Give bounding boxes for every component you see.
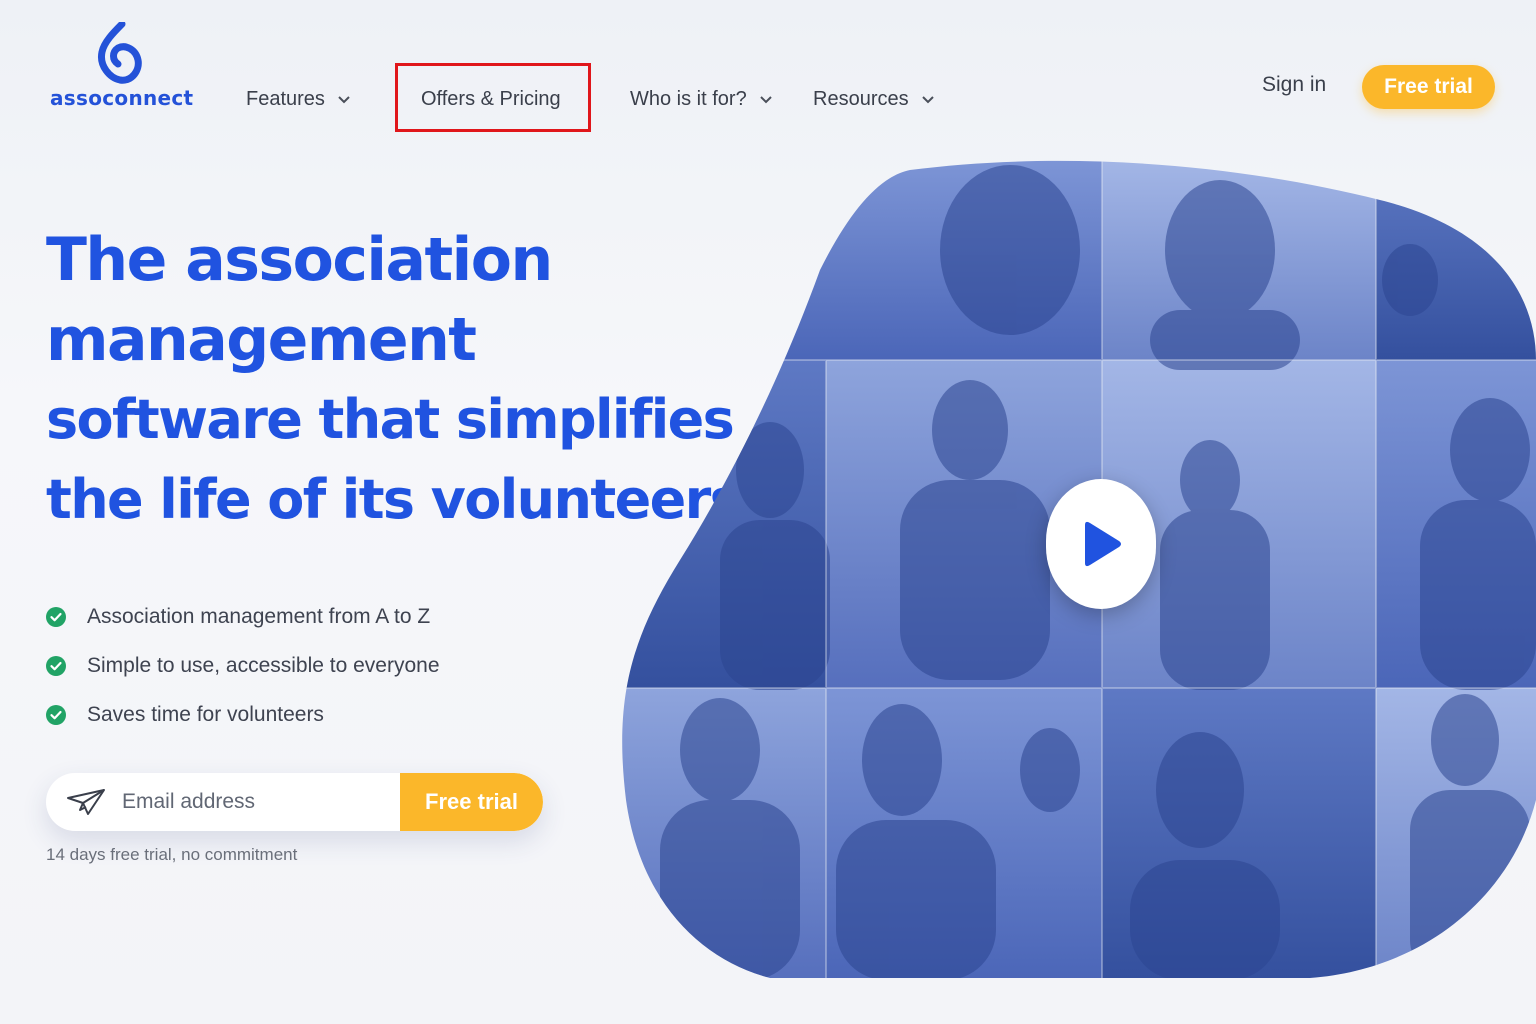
header-free-trial-button[interactable]: Free trial (1362, 65, 1495, 109)
trial-note: 14 days free trial, no commitment (46, 845, 298, 864)
brand-logo[interactable]: assoconnect (50, 22, 194, 114)
brand-name: assoconnect (50, 86, 194, 110)
email-input[interactable] (122, 782, 362, 822)
nav-offers-pricing-label: Offers & Pricing (421, 87, 561, 110)
nav-who-is-it-for[interactable]: Who is it for? (630, 84, 773, 114)
nav-features-label: Features (246, 87, 325, 110)
hero-title-line: The association (46, 225, 553, 295)
feature-list: Association management from A to Z Simpl… (46, 592, 440, 739)
feature-text: Saves time for volunteers (87, 702, 324, 726)
chevron-down-icon (759, 96, 772, 104)
feature-item: Saves time for volunteers (46, 690, 440, 739)
feature-item: Association management from A to Z (46, 592, 440, 641)
signup-free-trial-button[interactable]: Free trial (400, 773, 543, 831)
hero-title-line: the life of its volunteers (46, 468, 742, 531)
play-video-button[interactable] (1046, 479, 1156, 609)
feature-text: Simple to use, accessible to everyone (87, 653, 440, 677)
sign-in-link[interactable]: Sign in (1262, 73, 1326, 97)
hero-title-line: software that simplifies (46, 388, 735, 451)
play-icon (1085, 521, 1121, 567)
hero-title-line: management (46, 305, 477, 375)
hero-title: The association management software that… (46, 220, 742, 540)
nav-offers-pricing[interactable]: Offers & Pricing (421, 84, 561, 114)
check-circle-icon (46, 655, 66, 676)
paper-plane-icon (67, 789, 105, 815)
chevron-down-icon (338, 96, 350, 104)
feature-item: Simple to use, accessible to everyone (46, 641, 440, 690)
check-circle-icon (46, 606, 66, 627)
nav-who-label: Who is it for? (630, 87, 747, 110)
nav-resources[interactable]: Resources (813, 84, 935, 114)
nav-resources-label: Resources (813, 87, 909, 110)
nav-features[interactable]: Features (246, 84, 351, 114)
assoconnect-drop-logo-icon (98, 22, 142, 84)
feature-text: Association management from A to Z (87, 604, 431, 628)
check-circle-icon (46, 704, 66, 725)
chevron-down-icon (921, 96, 934, 104)
email-signup-form: Free trial (46, 773, 543, 831)
